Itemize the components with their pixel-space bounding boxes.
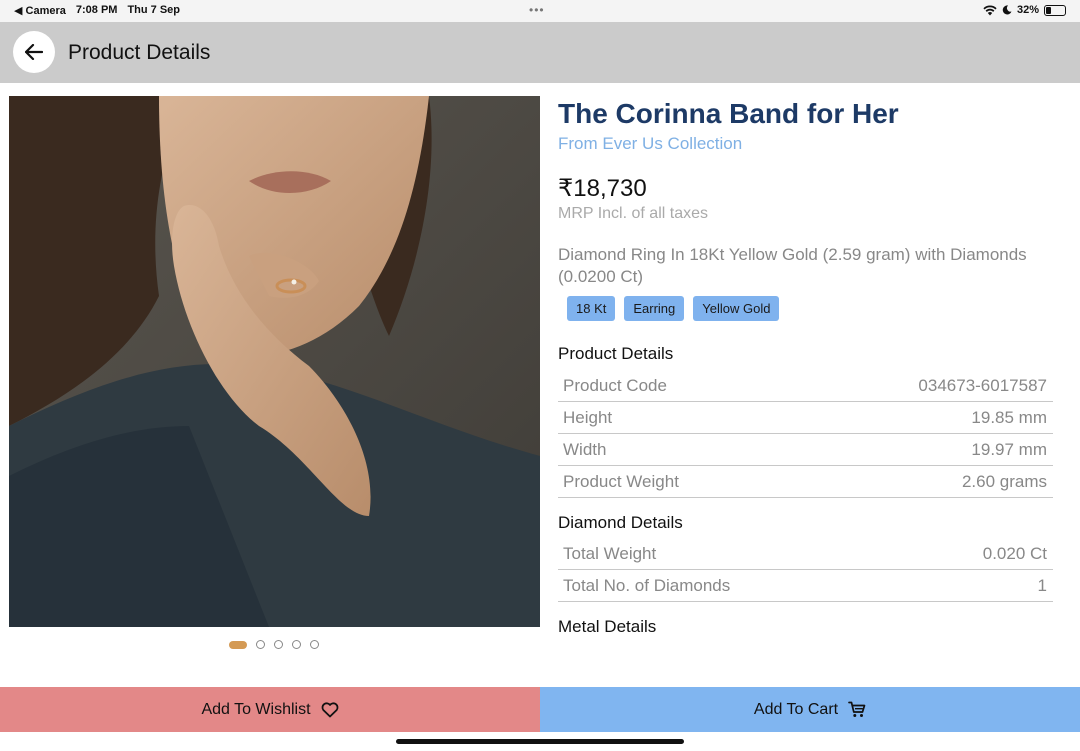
price-note: MRP Incl. of all taxes xyxy=(558,205,708,222)
add-to-wishlist-button[interactable]: Add To Wishlist xyxy=(0,687,540,732)
product-image[interactable] xyxy=(9,96,540,627)
spec-row: Height 19.85 mm xyxy=(558,402,1053,434)
spec-label: Total No. of Diamonds xyxy=(563,575,731,595)
spec-value: 1 xyxy=(1037,575,1047,595)
status-date: Thu 7 Sep xyxy=(127,4,181,16)
product-details-heading: Product Details xyxy=(558,344,674,363)
battery-icon xyxy=(1044,4,1066,16)
wifi-icon xyxy=(983,4,997,15)
product-title: The Corinna Band for Her xyxy=(558,98,899,129)
page-title: Product Details xyxy=(68,41,211,64)
add-to-cart-button[interactable]: Add To Cart xyxy=(540,687,1080,732)
tag-chip: Earring xyxy=(624,296,685,321)
status-left: ◀ Camera 7:08 PM Thu 7 Sep xyxy=(14,4,180,17)
spec-label: Height xyxy=(563,407,613,427)
spec-value: 0.020 Ct xyxy=(982,543,1047,563)
spec-label: Product Weight xyxy=(563,471,679,491)
diamond-details-heading: Diamond Details xyxy=(558,513,683,532)
product-price: ₹18,730 xyxy=(558,175,647,202)
spec-value: 19.85 mm xyxy=(971,407,1047,427)
product-description: Diamond Ring In 18Kt Yellow Gold (2.59 g… xyxy=(558,245,1027,286)
spec-label: Total Weight xyxy=(563,543,657,563)
heart-icon xyxy=(321,701,338,717)
spec-row: Total Weight 0.020 Ct xyxy=(558,538,1053,570)
product-tags: 18 Kt Earring Yellow Gold xyxy=(567,296,780,321)
arrow-left-icon xyxy=(25,44,43,60)
status-right: 32% xyxy=(983,4,1066,16)
spec-row: Total No. of Diamonds 1 xyxy=(558,570,1053,602)
cart-label: Add To Cart xyxy=(753,700,839,718)
battery-fill xyxy=(1046,6,1051,14)
spec-row: Width 19.97 mm xyxy=(558,434,1053,466)
home-indicator[interactable] xyxy=(396,739,684,744)
product-details-table: Product Code 034673-6017587 Height 19.85… xyxy=(558,370,1053,498)
carousel-dot[interactable] xyxy=(256,640,265,649)
cart-icon xyxy=(848,701,866,717)
moon-icon xyxy=(1002,5,1012,15)
battery-percent: 32% xyxy=(1016,4,1039,16)
spec-value: 2.60 grams xyxy=(961,471,1047,491)
back-button[interactable] xyxy=(13,31,55,73)
tag-chip: Yellow Gold xyxy=(693,296,780,321)
product-collection-link[interactable]: From Ever Us Collection xyxy=(558,134,742,154)
spec-value: 034673-6017587 xyxy=(918,375,1047,395)
spec-label: Width xyxy=(563,439,607,459)
carousel-dot[interactable] xyxy=(229,640,247,649)
carousel-dot[interactable] xyxy=(292,640,301,649)
tag-chip: 18 Kt xyxy=(567,296,616,321)
wishlist-label: Add To Wishlist xyxy=(201,700,311,718)
diamond-details-table: Total Weight 0.020 Ct Total No. of Diamo… xyxy=(558,538,1053,602)
spec-row: Product Code 034673-6017587 xyxy=(558,370,1053,402)
multitasking-dots-icon[interactable]: ••• xyxy=(529,3,545,17)
carousel-dot[interactable] xyxy=(310,640,319,649)
spec-row: Product Weight 2.60 grams xyxy=(558,466,1053,498)
spec-label: Product Code xyxy=(563,375,667,395)
status-time: 7:08 PM xyxy=(75,4,118,16)
carousel-dot[interactable] xyxy=(274,640,283,649)
app-header: Product Details xyxy=(0,22,1080,83)
product-photo-illustration xyxy=(9,96,540,627)
status-bar: ◀ Camera 7:08 PM Thu 7 Sep ••• 32% xyxy=(0,0,1080,22)
image-carousel-indicator xyxy=(229,640,319,649)
back-to-app-link[interactable]: ◀ Camera xyxy=(14,4,66,17)
spec-value: 19.97 mm xyxy=(971,439,1047,459)
metal-details-heading: Metal Details xyxy=(558,617,657,636)
